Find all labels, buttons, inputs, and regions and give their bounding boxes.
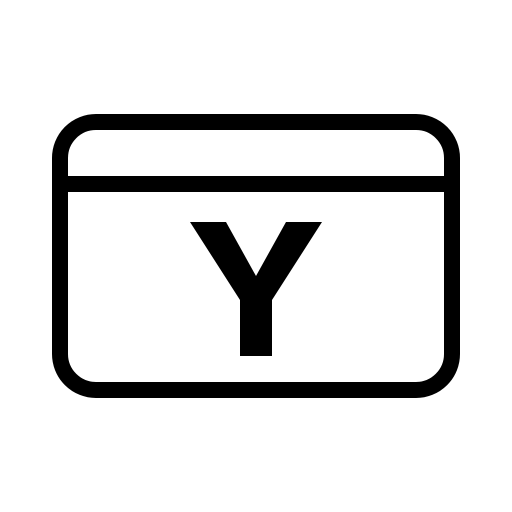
letter-y-glyph <box>190 222 322 356</box>
letter-y-shape <box>190 222 322 356</box>
yen-card-icon-canvas: Y <box>0 0 512 512</box>
